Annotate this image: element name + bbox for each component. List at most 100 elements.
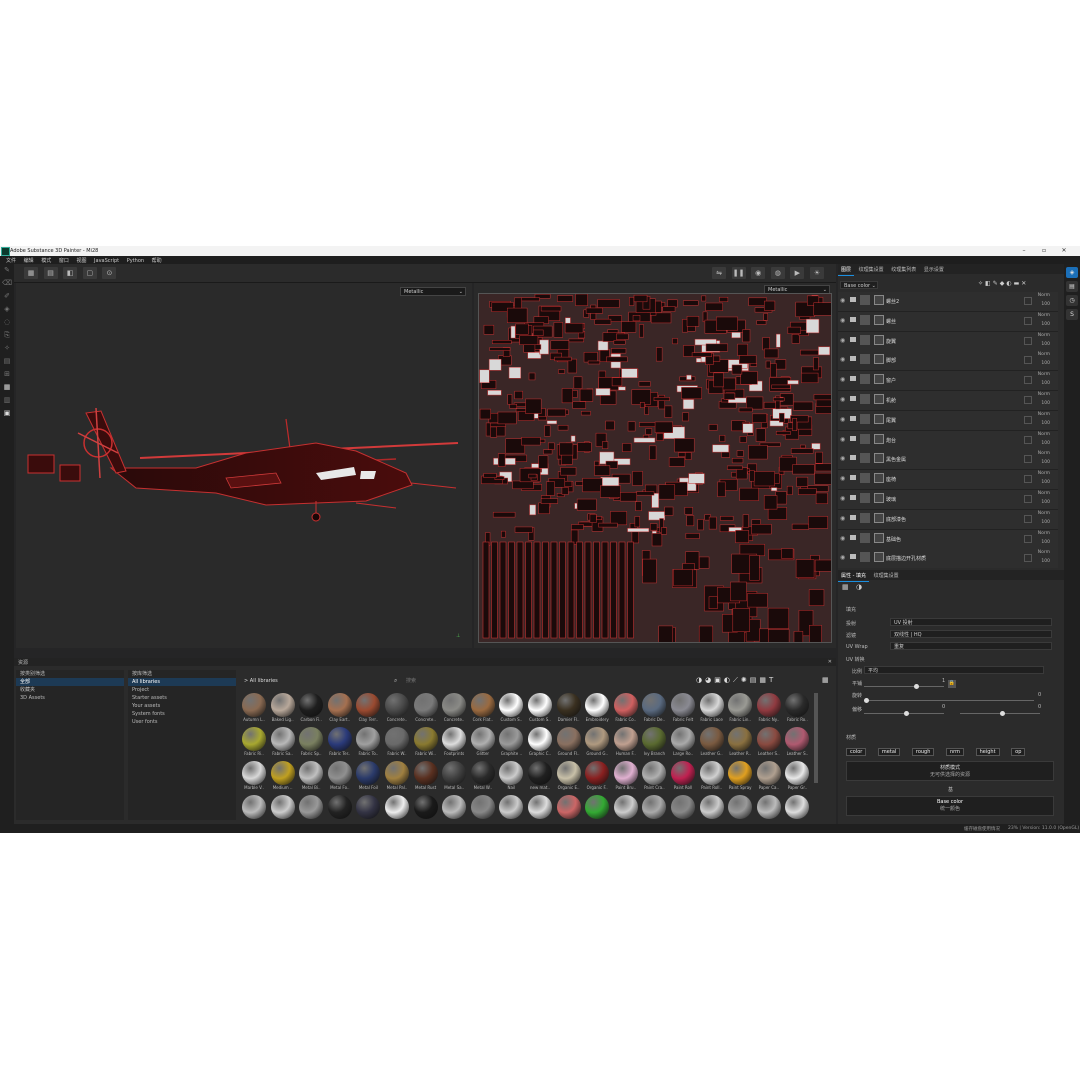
tab-layers[interactable]: 图层 [838,264,855,276]
visibility-eye-icon[interactable]: ◉ [840,416,845,423]
material-tile[interactable]: Leather R.. [726,727,754,760]
material-tile[interactable]: Damier Fl.. [555,693,583,726]
rotation-slider[interactable] [864,698,1034,703]
menu-help[interactable]: 帮助 [152,257,162,264]
uvwrap-select[interactable]: 重复 [890,642,1052,650]
material-tile[interactable]: Organic E.. [555,761,583,794]
material-tile[interactable]: Metal Sa.. [440,761,468,794]
layer-checkbox[interactable] [1024,475,1032,484]
layer-checkbox[interactable] [1024,396,1032,404]
projection-select[interactable]: UV 投射 [890,618,1052,626]
material-tile[interactable]: Medium .. [269,761,297,794]
tab-properties-fill[interactable]: 属性 - 填充 [838,570,869,582]
channel-metal[interactable]: metal [877,748,901,756]
symmetry-icon[interactable]: ⇋ [712,267,726,279]
maximize-icon[interactable]: ▫ [1034,247,1054,254]
visibility-eye-icon[interactable]: ◉ [840,535,845,542]
visibility-eye-icon[interactable]: ◉ [840,455,845,462]
material-tile[interactable]: Leather S.. [783,727,811,760]
material-tile[interactable]: Carbon Fi.. [297,693,325,726]
layer-blend-mode[interactable]: Norm [1038,432,1050,437]
tiling-slider[interactable] [864,684,944,689]
layer-opacity[interactable]: 100 [1041,540,1050,545]
filter-select[interactable]: 双线性 | HQ [890,630,1052,638]
layer-row[interactable]: ◉ 玻璃 Norm 100 [838,490,1058,510]
layer-blend-mode[interactable]: Norm [1038,511,1050,516]
uv-texture-sheet[interactable] [478,293,839,653]
filter-smart-materials-icon[interactable]: ◑ [696,676,705,684]
visibility-eye-icon[interactable]: ◉ [840,356,845,363]
menu-file[interactable]: 文件 [6,257,16,264]
layer-row[interactable]: ◉ 座椅 Norm 100 [838,470,1058,491]
video-icon[interactable]: ▶ [790,267,805,279]
layer-opacity[interactable]: 100 [1041,421,1050,426]
tab-display-settings[interactable]: 显示设置 [921,264,947,275]
material-tile[interactable]: Paper Ca.. [755,761,783,794]
material-tile[interactable]: Concrete.. [383,693,411,726]
minimize-icon[interactable]: – [1014,247,1034,254]
grid-1-icon[interactable]: ▦ [24,267,38,279]
smudge-icon[interactable]: ◌ [0,316,14,329]
layer-row[interactable]: ◉ 旋翼 Norm 100 [838,331,1058,352]
material-tile[interactable]: Clay Terr.. [354,693,382,726]
material-tile[interactable]: Fabric Lin.. [726,693,754,726]
layer-opacity[interactable]: 100 [1041,361,1050,366]
layer-checkbox[interactable] [1024,514,1032,523]
bake-icon[interactable]: ▦ [0,381,14,394]
material-tile[interactable]: Cork Flat.. [469,693,497,726]
material-tile[interactable]: Graphite .. [497,727,525,760]
layer-checkbox[interactable] [1024,356,1032,365]
material-tile[interactable]: Graphic C.. [526,727,554,760]
filter-environments-icon[interactable]: ▦ [759,676,769,684]
material-tile[interactable]: Metal Rust [412,761,440,794]
material-tile[interactable]: Fabric Wi.. [412,727,440,760]
add-paint-icon[interactable]: ✎ [993,280,1000,287]
channel-rough[interactable]: rough [911,748,935,756]
material-tile[interactable]: Paint Cra.. [640,761,668,794]
material-tile[interactable]: Fabric W.. [383,727,411,760]
grid-2-icon[interactable]: ▤ [43,267,58,279]
visibility-eye-icon[interactable]: ◉ [840,515,845,522]
material-tile[interactable]: Paper Gr.. [783,761,811,794]
channel-op[interactable]: op [1011,748,1026,756]
screenshot-icon[interactable]: ◉ [751,267,766,279]
material-tile[interactable]: Concrete.. [412,693,440,726]
layer-opacity[interactable]: 100 [1041,480,1050,485]
delete-icon[interactable]: ✕ [1021,280,1028,287]
layer-blend-mode[interactable]: Norm [1038,451,1050,456]
tab-properties-texture-set[interactable]: 纹理集设置 [871,570,902,581]
menu-mode[interactable]: 模式 [41,257,51,264]
layer-row[interactable]: ◉ 窗户 Norm 100 [838,371,1058,392]
base-color-box[interactable]: Base color 统一颜色 [846,796,1054,816]
layers-dock-icon[interactable]: ◈ [1066,267,1078,278]
polygon-fill-icon[interactable]: ▤ [0,355,14,368]
library-starter[interactable]: Starter assets [128,694,236,702]
material-tile[interactable]: Fabric Ro.. [783,693,811,726]
material-tile[interactable]: Fabric Felt [669,693,697,726]
material-tile[interactable]: Fabric Sp.. [297,727,325,760]
offset-y-slider[interactable] [960,711,1040,716]
substance-dock-icon[interactable]: S [1066,309,1078,320]
shelf-close-icon[interactable]: ✕ [828,659,832,665]
library-your-assets[interactable]: Your assets [128,702,236,710]
add-smart-icon[interactable]: ◐ [1006,280,1013,287]
layer-opacity[interactable]: 100 [1041,342,1050,347]
channel-nrm[interactable]: nrm [946,748,965,756]
layer-blend-mode[interactable]: Norm [1038,491,1050,496]
layer-row[interactable]: ◉ 螺丝 Norm 100 [838,311,1058,332]
visibility-eye-icon[interactable]: ◉ [840,297,845,304]
layer-opacity[interactable]: 100 [1041,500,1050,505]
filter-brushes-icon[interactable]: ⟋ [733,676,741,684]
material-tile[interactable]: Leather G.. [698,727,726,760]
visibility-eye-icon[interactable]: ◉ [840,475,845,482]
material-tile[interactable]: Glitter [469,727,497,760]
visibility-eye-icon[interactable]: ◉ [840,317,845,324]
tab-texture-set-settings[interactable]: 纹理集设置 [856,264,887,275]
projection-icon[interactable]: ✐ [0,290,14,303]
filter-fonts-icon[interactable]: T [769,676,776,684]
folder-icon[interactable] [850,376,856,382]
folder-icon[interactable] [850,297,856,302]
layer-opacity[interactable]: 100 [1041,322,1050,327]
layer-blend-mode[interactable]: Norm [1038,531,1050,536]
layer-row[interactable]: ◉ 脚部 Norm 100 [838,351,1058,372]
